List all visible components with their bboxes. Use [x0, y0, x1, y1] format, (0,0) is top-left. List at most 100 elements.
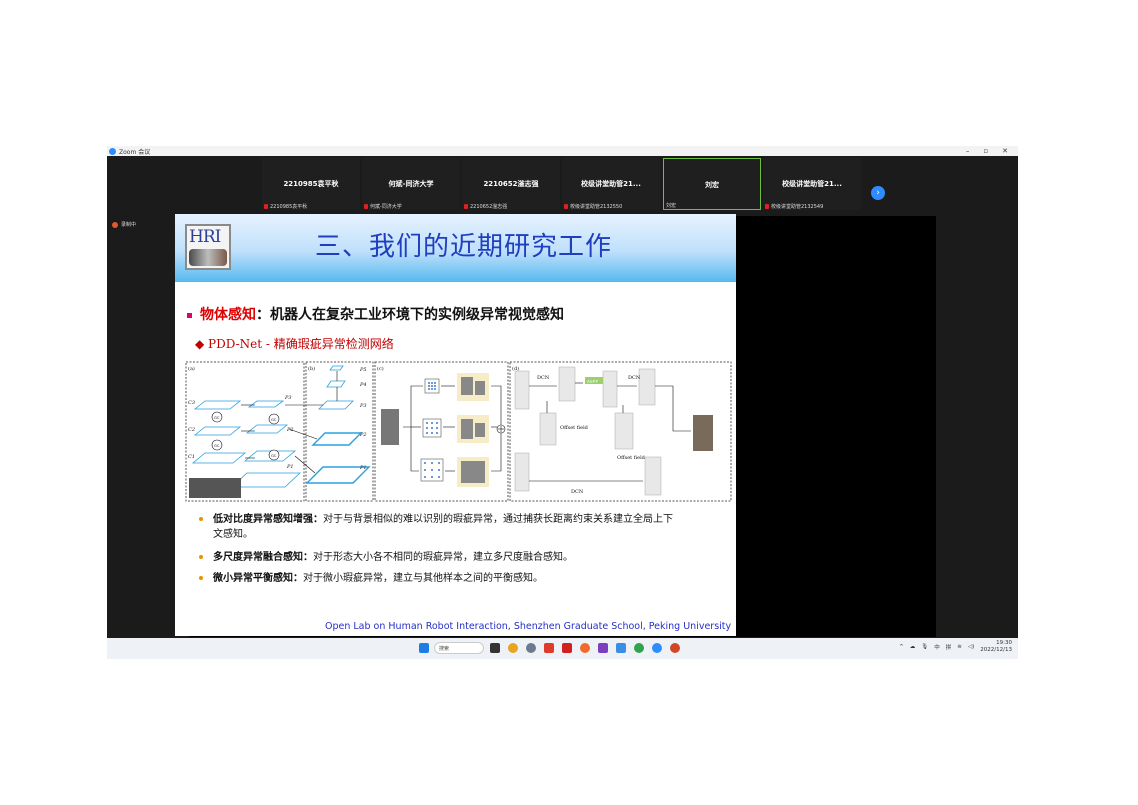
chrome-icon[interactable]: [508, 643, 518, 653]
gc-label: GC: [271, 454, 277, 458]
maximize-button[interactable]: ▫: [983, 147, 988, 155]
c2-label: C2: [188, 427, 195, 433]
aspp-label: ASPP: [586, 379, 598, 384]
p1-label: P1: [286, 464, 294, 470]
subheading: ◆ PDD-Net - 精确瑕疵异常检测网络: [195, 337, 394, 351]
windows-taskbar: 搜索 ^ ☁ 🎙 中 拼 ≋ ◁) 19:30 2022/12/13: [107, 638, 1018, 659]
participant-name: 校级讲堂助管21...: [782, 180, 842, 188]
point-bold: 微小异常平衡感知：: [213, 573, 303, 584]
minimize-button[interactable]: –: [966, 147, 970, 155]
dcn-label: DCN: [537, 375, 550, 381]
muted-mic-icon: [264, 204, 268, 209]
participant-tile[interactable]: 何斌-同济大学 何斌-同济大学: [362, 158, 460, 210]
arrows-a: [241, 371, 338, 474]
clock-time: 19:30: [996, 640, 1012, 646]
close-button[interactable]: ✕: [1002, 147, 1008, 155]
app-icon[interactable]: [616, 643, 626, 653]
point-text-cont: 文感知。: [213, 529, 253, 540]
bullet-square-icon: [187, 312, 192, 318]
next-page-button[interactable]: ›: [871, 186, 885, 200]
feature-pyramid-a: [191, 365, 371, 488]
bullet-dot-icon: [199, 555, 203, 559]
participant-gallery: 2210985袁平秋 2210985袁平秋 何斌-同济大学 何斌-同济大学 22…: [107, 156, 1018, 214]
input-image-c: [381, 409, 399, 445]
participant-footer: 2210985袁平秋: [264, 203, 307, 210]
participant-footer: 校级讲堂助管2132549: [765, 203, 823, 210]
app-icon[interactable]: [544, 643, 554, 653]
panel-label-a: (a): [188, 365, 195, 372]
participant-footer: 2210652滏志强: [464, 203, 507, 210]
windows-start-icon[interactable]: [419, 643, 429, 653]
muted-mic-icon: [364, 204, 368, 209]
show-hidden-icons-button[interactable]: ^: [899, 644, 904, 650]
participant-name: 何斌-同济大学: [388, 180, 434, 188]
wifi-icon: ≋: [957, 644, 962, 650]
record-icon: [112, 221, 118, 228]
slide-footer: Open Lab on Human Robot Interaction, She…: [325, 621, 732, 632]
settings-icon[interactable]: [526, 643, 536, 653]
muted-mic-icon: [765, 204, 769, 209]
clock-date: 2022/12/13: [980, 647, 1012, 653]
volume-icon: ◁): [967, 644, 975, 650]
participant-tile[interactable]: 2210652滏志强 2210652滏志强: [462, 158, 560, 210]
participant-footer-label: 刘宏: [666, 203, 677, 209]
wechat-icon[interactable]: [634, 643, 644, 653]
clock[interactable]: 19:30 2022/12/13: [980, 640, 1012, 654]
recording-label: 录制中: [121, 222, 137, 228]
pb2-label: P2: [359, 432, 367, 438]
input-image-a: [189, 478, 241, 498]
bullet-dot-icon: [199, 576, 203, 580]
recording-indicator: 录制中: [112, 221, 136, 228]
feature-maps-c: [461, 377, 485, 483]
mail-icon[interactable]: [562, 643, 572, 653]
participant-footer: 刘宏: [666, 202, 676, 209]
participant-footer-label: 校级讲堂助管2132549: [771, 204, 824, 210]
taskbar-search[interactable]: 搜索: [434, 642, 484, 654]
participant-footer: 何斌-同济大学: [364, 203, 402, 210]
powerpoint-icon[interactable]: [670, 643, 680, 653]
point-item: 微小异常平衡感知：对于微小瑕疵异常，建立与其他样本之间的平衡感知。: [199, 571, 543, 586]
participant-tile-active-speaker[interactable]: 刘宏 刘宏: [663, 158, 761, 210]
kernel-grids: [420, 378, 444, 482]
point-text: 对于形态大小各不相同的瑕疵异常，建立多尺度融合感知。: [313, 552, 573, 563]
system-tray: ^ ☁ 🎙 中 拼 ≋ ◁) 19:30 2022/12/13: [899, 640, 1012, 654]
point-item: 多尺度异常融合感知：对于形态大小各不相同的瑕疵异常，建立多尺度融合感知。: [199, 550, 573, 565]
bullet-text: ：机器人在复杂工业环境下的实例级异常视觉感知: [256, 307, 564, 323]
bullet-highlight: 物体感知: [200, 307, 256, 323]
panel-label-b: (b): [308, 365, 315, 372]
cloud-icon: ☁: [909, 644, 916, 650]
point-bold: 低对比度异常感知增强：: [213, 514, 323, 525]
participant-tile[interactable]: 校级讲堂助管21... 校级讲堂助管2132549: [763, 158, 861, 210]
participant-tile[interactable]: 校级讲堂助管21... 校级讲堂助管2132550: [562, 158, 660, 210]
c3-label: C3: [188, 400, 195, 406]
title-bar: Zoom 会议 – ▫ ✕: [107, 146, 1018, 156]
participant-footer-label: 何斌-同济大学: [370, 204, 402, 210]
participant-footer-label: 校级讲堂助管2132550: [570, 204, 623, 210]
onenote-icon[interactable]: [598, 643, 608, 653]
p3-label: P3: [284, 395, 292, 401]
task-view-icon[interactable]: [490, 643, 500, 653]
bullet-dot-icon: [199, 517, 203, 521]
point-item: 低对比度异常感知增强：对于与背景相似的难以识别的瑕疵异常，通过捕获长距离约束关系…: [199, 512, 673, 542]
firefox-icon[interactable]: [580, 643, 590, 653]
mic-icon: 🎙: [921, 644, 929, 650]
participant-name: 校级讲堂助管21...: [581, 180, 641, 188]
network-architecture-figure: (a) (b) (c) (d) GC GC GC GC C3 C2 C1 P3 …: [185, 361, 732, 502]
zoom-icon[interactable]: [652, 643, 662, 653]
participant-tile[interactable]: 2210985袁平秋 2210985袁平秋: [262, 158, 360, 210]
ime-indicator[interactable]: 拼: [946, 643, 952, 651]
search-label: 搜索: [439, 645, 450, 652]
gc-label: GC: [214, 416, 220, 420]
gc-label: GC: [214, 444, 220, 448]
muted-mic-icon: [464, 204, 468, 209]
offset-field-label: Offset field: [617, 455, 646, 461]
participant-name: 刘宏: [705, 181, 719, 189]
pb4-label: P4: [359, 382, 367, 388]
robot-hand-image: [189, 249, 227, 266]
participant-name: 2210652滏志强: [483, 180, 539, 188]
pb3-label: P3: [359, 403, 367, 409]
muted-mic-icon: [564, 204, 568, 209]
point-bold: 多尺度异常融合感知：: [213, 552, 313, 563]
input-language-indicator[interactable]: 中: [934, 643, 940, 651]
participant-footer-label: 2210652滏志强: [470, 204, 508, 210]
